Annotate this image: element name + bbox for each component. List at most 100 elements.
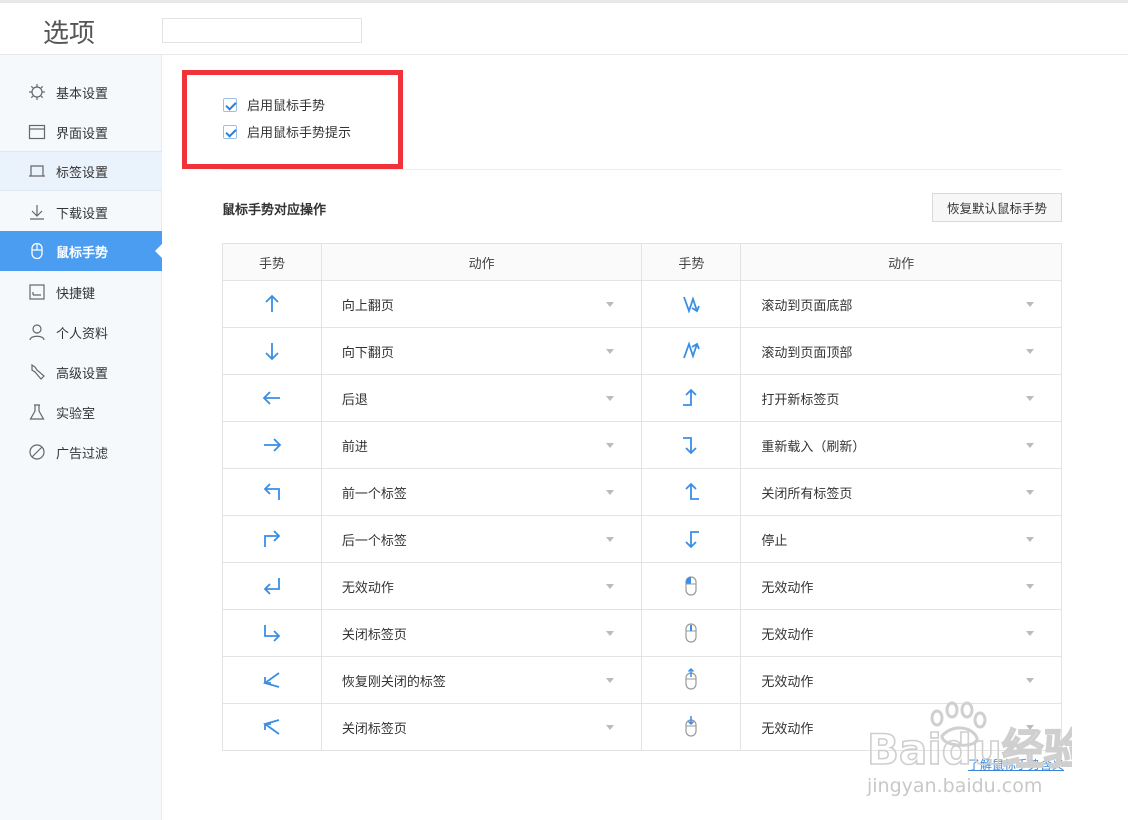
action-select[interactable]: 恢复刚关闭的标签 bbox=[320, 656, 643, 704]
sidebar-item-label: 基本设置 bbox=[56, 86, 109, 102]
chevron-down-icon bbox=[606, 396, 615, 401]
table-row: 前进 重新载入（刷新） bbox=[222, 421, 1062, 469]
header-action: 动作 bbox=[740, 243, 1062, 281]
gesture-cell bbox=[222, 468, 322, 516]
gesture-cell bbox=[641, 562, 742, 610]
gesture-cell bbox=[222, 609, 322, 657]
search-input[interactable] bbox=[162, 18, 362, 43]
sidebar: 基本设置 界面设置 标签设置 下载设置 鼠标手势 快捷键 个人资料 高级设置 实… bbox=[0, 55, 163, 820]
gesture-cell bbox=[641, 656, 742, 704]
action-value: 后一个标签 bbox=[341, 533, 407, 549]
table-row: 关闭标签页 无效动作 bbox=[222, 609, 1062, 657]
sidebar-item-label: 标签设置 bbox=[56, 165, 109, 181]
tab-icon bbox=[29, 165, 45, 177]
gesture-cell bbox=[641, 280, 742, 328]
action-value: 无效动作 bbox=[761, 721, 814, 737]
right-then-up-icon bbox=[683, 388, 698, 406]
action-select[interactable]: 停止 bbox=[740, 515, 1062, 563]
gesture-cell bbox=[222, 421, 322, 469]
chevron-down-icon bbox=[606, 678, 615, 683]
sidebar-item-mouse-gesture[interactable]: 鼠标手势 bbox=[0, 231, 163, 271]
chevron-down-icon bbox=[1026, 678, 1034, 683]
action-select[interactable]: 前一个标签 bbox=[320, 468, 643, 516]
action-value: 无效动作 bbox=[761, 627, 814, 643]
action-value: 打开新标签页 bbox=[761, 392, 840, 408]
action-select[interactable]: 关闭标签页 bbox=[320, 609, 643, 657]
header-action: 动作 bbox=[320, 243, 643, 281]
action-select[interactable]: 向上翻页 bbox=[320, 280, 643, 328]
gesture-cell bbox=[222, 327, 322, 375]
sidebar-item-label: 实验室 bbox=[56, 406, 96, 422]
action-select[interactable]: 无效动作 bbox=[740, 656, 1062, 704]
gesture-cell bbox=[641, 609, 742, 657]
sidebar-item-label: 下载设置 bbox=[56, 206, 109, 222]
reset-gestures-button[interactable]: 恢复默认鼠标手势 bbox=[932, 193, 1062, 222]
action-value: 无效动作 bbox=[761, 674, 814, 690]
action-select[interactable]: 无效动作 bbox=[740, 562, 1062, 610]
sidebar-item-interface[interactable]: 界面设置 bbox=[0, 112, 162, 152]
sidebar-item-tabs[interactable]: 标签设置 bbox=[0, 151, 162, 191]
action-select[interactable]: 向下翻页 bbox=[320, 327, 643, 375]
action-select[interactable]: 前进 bbox=[320, 421, 643, 469]
left-then-down-icon bbox=[685, 531, 700, 549]
arrow-up-icon bbox=[265, 294, 279, 312]
table-row: 关闭标签页 无效动作 bbox=[222, 703, 1062, 751]
sidebar-item-shortcuts[interactable]: 快捷键 bbox=[0, 272, 162, 312]
action-value: 关闭标签页 bbox=[341, 627, 407, 643]
sidebar-item-label: 界面设置 bbox=[56, 126, 109, 142]
action-select[interactable]: 无效动作 bbox=[740, 703, 1062, 751]
chevron-down-icon bbox=[1026, 443, 1034, 448]
checkbox-checked-icon[interactable] bbox=[223, 124, 237, 139]
chevron-down-icon bbox=[606, 584, 615, 589]
action-select[interactable]: 滚动到页面底部 bbox=[740, 280, 1062, 328]
sidebar-item-basic[interactable]: 基本设置 bbox=[0, 72, 162, 112]
divider bbox=[222, 169, 1062, 170]
action-select[interactable]: 后退 bbox=[320, 374, 643, 422]
header-gesture: 手势 bbox=[222, 243, 322, 281]
gear-icon bbox=[29, 84, 45, 100]
left-diagonal-down-icon bbox=[262, 719, 280, 735]
action-select[interactable]: 无效动作 bbox=[320, 562, 643, 610]
action-select[interactable]: 关闭标签页 bbox=[320, 703, 643, 751]
chevron-down-icon bbox=[1026, 349, 1034, 354]
checkbox-checked-icon[interactable] bbox=[223, 97, 237, 112]
action-select[interactable]: 后一个标签 bbox=[320, 515, 643, 563]
table-header-row: 手势 动作 手势 动作 bbox=[222, 243, 1062, 281]
sidebar-item-advanced[interactable]: 高级设置 bbox=[0, 352, 162, 392]
action-select[interactable]: 打开新标签页 bbox=[740, 374, 1062, 422]
left-diagonal-up-icon bbox=[262, 672, 280, 688]
sidebar-item-label: 广告过滤 bbox=[56, 446, 109, 462]
checkbox-label: 启用鼠标手势提示 bbox=[247, 126, 352, 141]
action-select[interactable]: 无效动作 bbox=[740, 609, 1062, 657]
chevron-down-icon bbox=[606, 537, 615, 542]
block-icon bbox=[29, 444, 45, 460]
chevron-down-icon bbox=[606, 443, 615, 448]
action-select[interactable]: 关闭所有标签页 bbox=[740, 468, 1062, 516]
sidebar-item-download[interactable]: 下载设置 bbox=[0, 192, 162, 232]
action-value: 滚动到页面顶部 bbox=[761, 345, 853, 361]
gesture-cell bbox=[222, 656, 322, 704]
action-value: 向下翻页 bbox=[341, 345, 394, 361]
sidebar-item-adblock[interactable]: 广告过滤 bbox=[0, 432, 162, 472]
down-then-right-icon bbox=[264, 625, 281, 642]
wrench-icon bbox=[31, 363, 45, 380]
title-bar: 选项 bbox=[0, 0, 1128, 55]
chevron-down-icon bbox=[1026, 584, 1034, 589]
enable-gesture-hint-checkbox[interactable]: 启用鼠标手势提示 bbox=[223, 122, 351, 141]
mouse-icon bbox=[31, 242, 43, 260]
mouse-scroll-up-icon bbox=[685, 667, 698, 690]
chevron-down-icon bbox=[606, 302, 615, 307]
action-value: 停止 bbox=[761, 533, 788, 549]
learn-gestures-link[interactable]: 了解鼠标手势含义 bbox=[968, 756, 1064, 773]
action-select[interactable]: 重新载入（刷新） bbox=[740, 421, 1062, 469]
sidebar-item-lab[interactable]: 实验室 bbox=[0, 392, 162, 432]
highlight-box bbox=[182, 70, 403, 169]
action-value: 向上翻页 bbox=[341, 298, 394, 314]
chevron-down-icon bbox=[606, 490, 615, 495]
action-value: 重新载入（刷新） bbox=[761, 439, 866, 455]
action-select[interactable]: 滚动到页面顶部 bbox=[740, 327, 1062, 375]
enable-gesture-checkbox[interactable]: 启用鼠标手势 bbox=[223, 95, 325, 114]
sidebar-item-profile[interactable]: 个人资料 bbox=[0, 312, 162, 352]
table-row: 无效动作 无效动作 bbox=[222, 562, 1062, 610]
sidebar-item-label: 个人资料 bbox=[56, 326, 109, 342]
